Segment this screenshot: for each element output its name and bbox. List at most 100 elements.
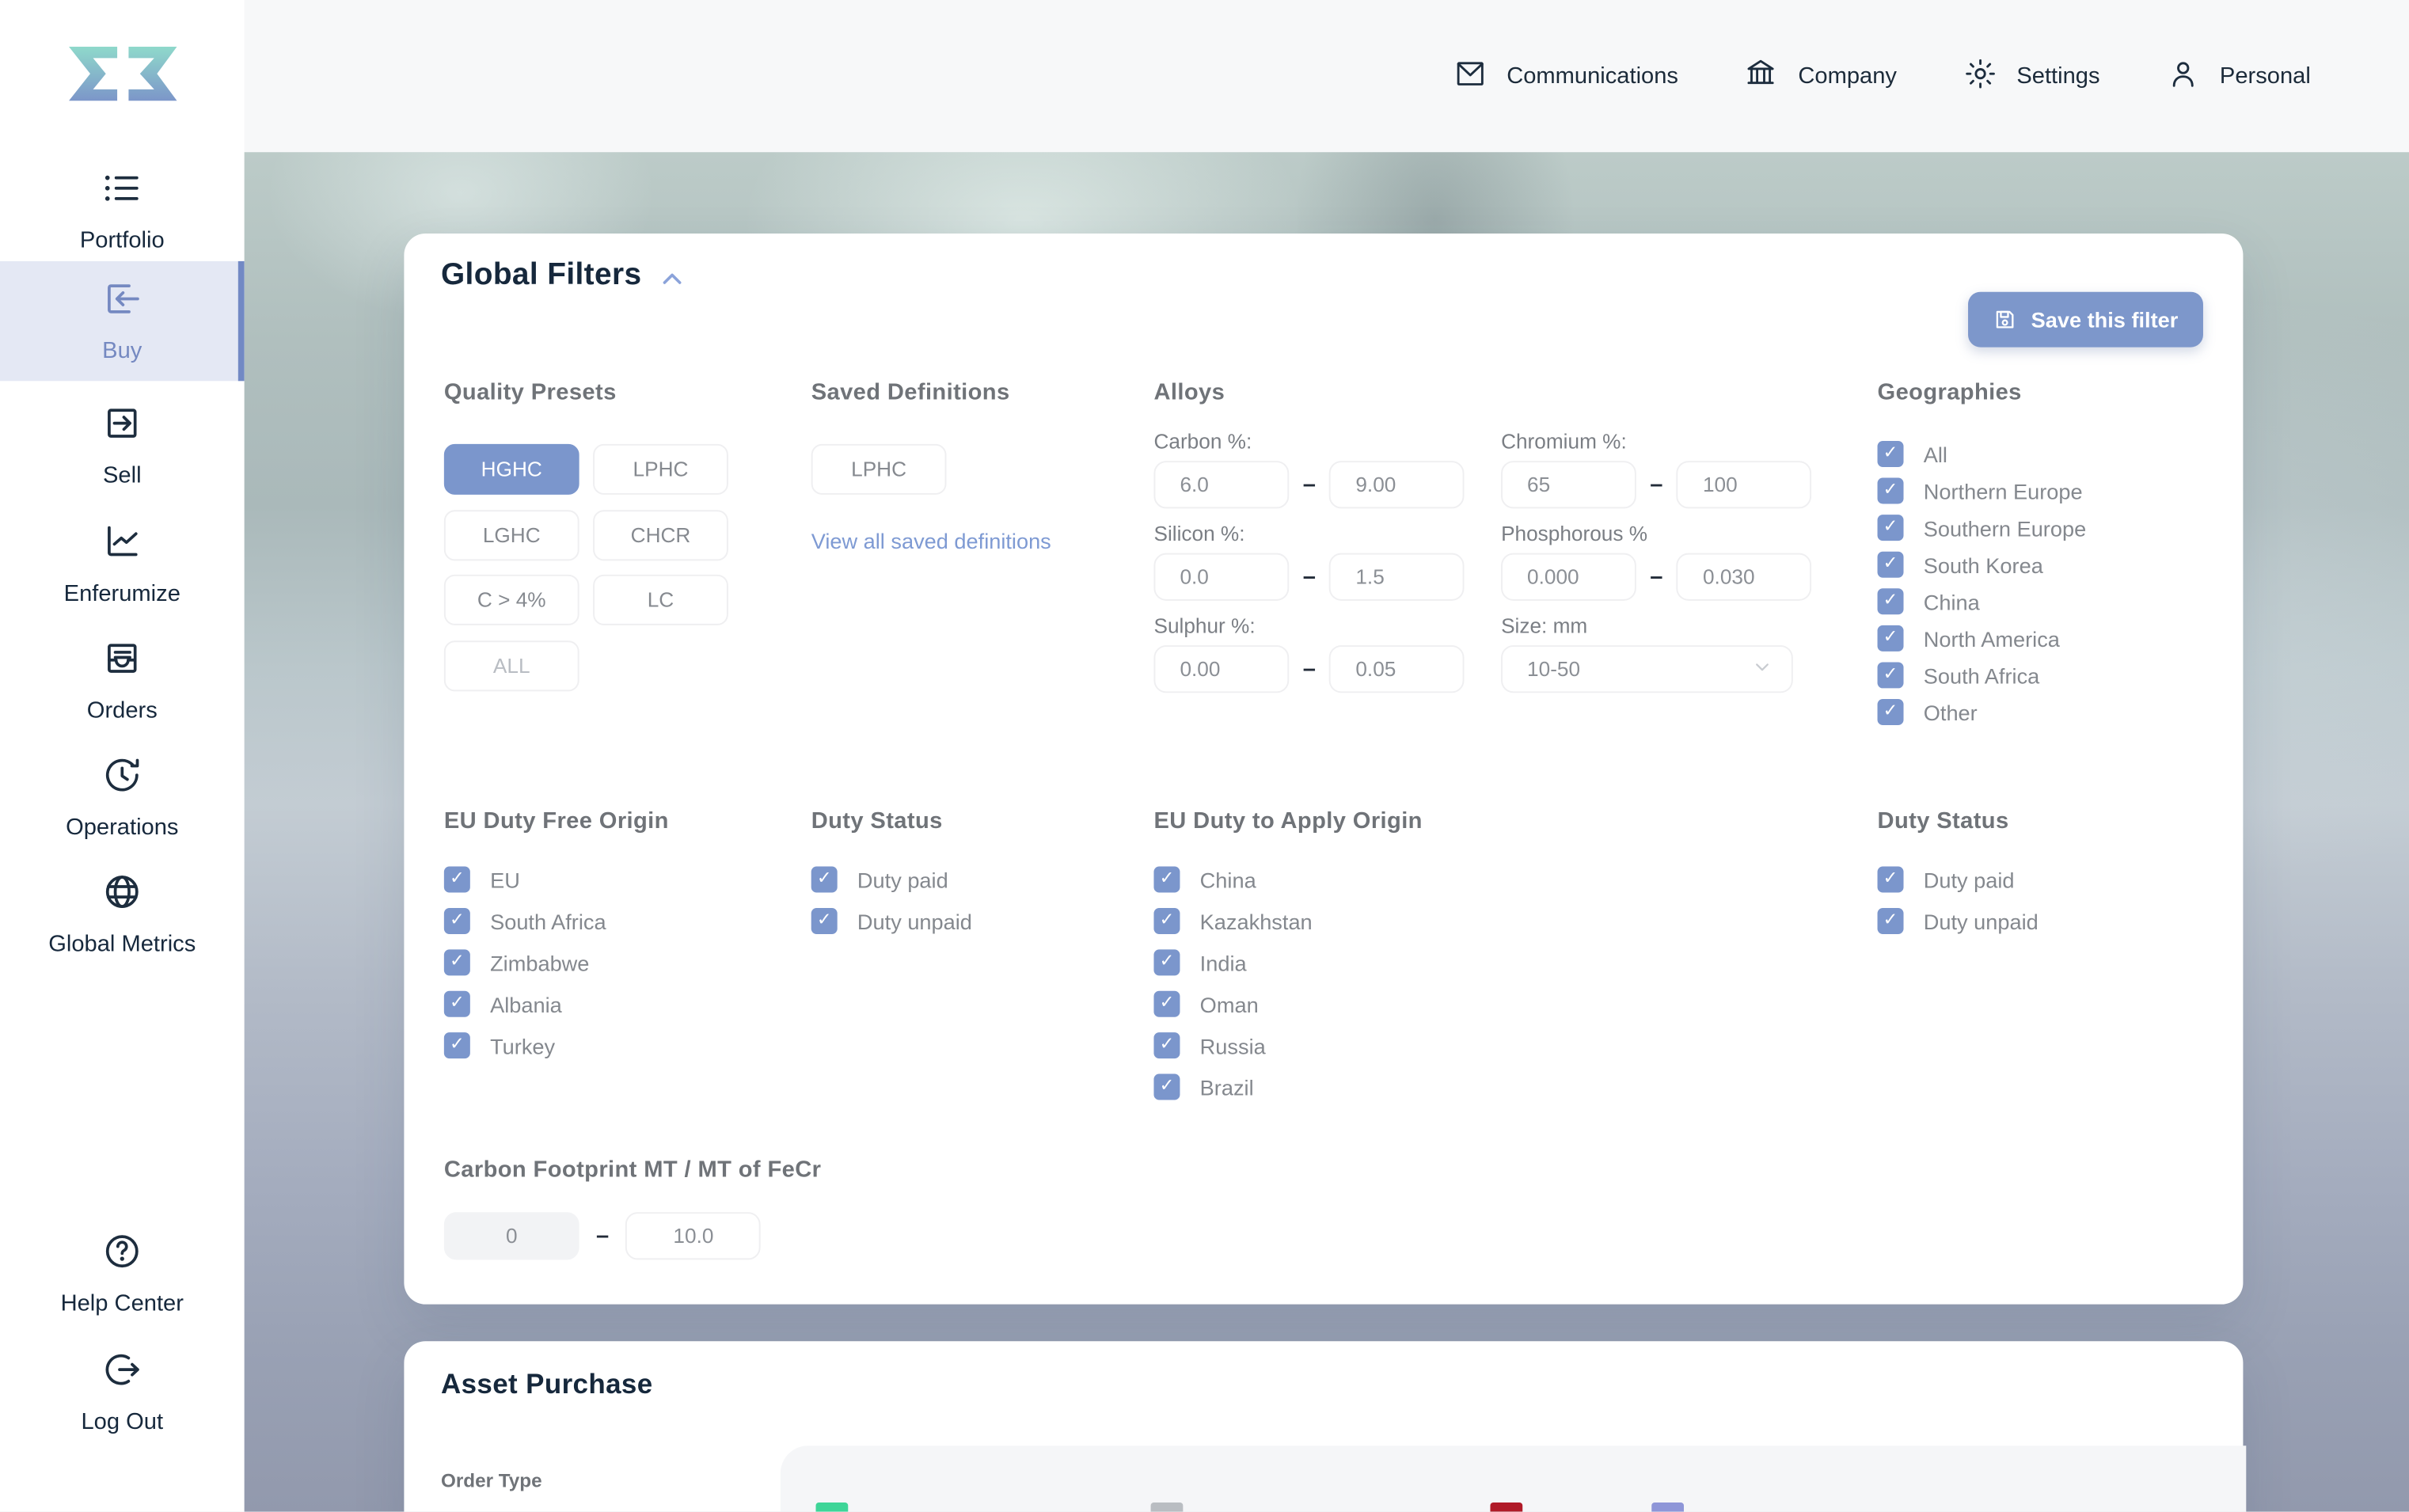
preset-lphc[interactable]: LPHC: [593, 443, 728, 495]
checkbox[interactable]: ✓: [1877, 440, 1904, 467]
eu-duty-to-apply-origin-list: ✓ China ✓ Kazakhstan ✓ India ✓ Oman ✓ Russia …: [1153, 866, 1422, 1115]
carbon-max-input[interactable]: [1329, 461, 1465, 509]
checkbox[interactable]: ✓: [1153, 990, 1180, 1017]
carbon-footprint-range: –: [443, 1212, 822, 1260]
checkbox[interactable]: ✓: [1877, 907, 1904, 934]
silicon-max-input[interactable]: [1329, 553, 1465, 601]
saved-definitions-section: Saved Definitions LPHC View all saved de…: [811, 379, 1051, 553]
sidebar-item-global-metrics[interactable]: Global Metrics: [0, 862, 245, 967]
sidebar-item-orders[interactable]: Orders: [0, 629, 245, 733]
carbon-footprint-section: Carbon Footprint MT / MT of FeCr –: [443, 1157, 822, 1260]
view-saved-definitions-link[interactable]: View all saved definitions: [811, 529, 1051, 553]
order-type-label: Order Type: [440, 1470, 542, 1492]
checkbox-label: Turkey: [490, 1033, 556, 1058]
checkbox[interactable]: ✓: [1877, 515, 1904, 541]
carbon-min-input[interactable]: [1153, 461, 1290, 509]
eu-duty-to-apply-origin-section: EU Duty to Apply Origin ✓ China ✓ Kazakhst…: [1153, 808, 1422, 1115]
checkbox-label: EU: [490, 867, 520, 892]
list-icon: [101, 168, 142, 217]
preset-chcr[interactable]: CHCR: [593, 509, 728, 560]
topnav-communications[interactable]: Communications: [1453, 56, 1678, 96]
checkbox-label: South Africa: [1923, 663, 2040, 688]
preset-lghc[interactable]: LGHC: [443, 509, 579, 560]
checkbox[interactable]: ✓: [1877, 866, 1904, 893]
history-clock-icon: [101, 754, 142, 803]
carbon-footprint-max-input[interactable]: [625, 1212, 762, 1260]
checkbox[interactable]: ✓: [1153, 1032, 1180, 1059]
checkbox[interactable]: ✓: [811, 907, 838, 934]
sidebar-item-enferumize[interactable]: Enferumize: [0, 511, 245, 616]
topnav-personal[interactable]: Personal: [2166, 56, 2311, 96]
order-type-green-chip[interactable]: [815, 1503, 849, 1512]
checkbox[interactable]: ✓: [443, 1032, 470, 1059]
sidebar-item-log-out[interactable]: Log Out: [0, 1339, 245, 1444]
checkbox-item: ✓ South Africa: [1877, 662, 2087, 689]
checkbox-label: South Africa: [490, 908, 606, 933]
checkbox[interactable]: ✓: [1877, 477, 1904, 504]
section-title: Quality Presets: [443, 379, 617, 406]
phosphorous-min-input[interactable]: [1501, 553, 1636, 601]
topnav-label: Company: [1798, 63, 1897, 89]
sell-box-arrow-icon: [101, 402, 142, 451]
checkbox-label: Duty unpaid: [1923, 908, 2039, 933]
checkbox-item: ✓ Zimbabwe: [443, 949, 669, 976]
checkbox-item: ✓ China: [1877, 588, 2087, 615]
checkbox[interactable]: ✓: [1153, 1073, 1180, 1100]
checkbox[interactable]: ✓: [1877, 625, 1904, 652]
checkbox[interactable]: ✓: [1153, 907, 1180, 934]
checkbox[interactable]: ✓: [443, 866, 470, 893]
field-label: Chromium %:: [1501, 430, 1627, 454]
checkbox-item: ✓ EU: [443, 866, 669, 893]
checkbox[interactable]: ✓: [443, 907, 470, 934]
order-type-red-chip[interactable]: [1490, 1503, 1523, 1512]
checkbox[interactable]: ✓: [443, 949, 470, 976]
sidebar-item-portfolio[interactable]: Portfolio: [0, 158, 245, 263]
checkbox[interactable]: ✓: [1153, 949, 1180, 976]
chevron-up-icon[interactable]: [659, 260, 685, 291]
chromium-max-input[interactable]: [1676, 461, 1812, 509]
sidebar-item-sell[interactable]: Sell: [0, 393, 245, 498]
topnav-settings[interactable]: Settings: [1963, 56, 2100, 96]
phosphorous-max-input[interactable]: [1676, 553, 1812, 601]
sulphur-min-input[interactable]: [1153, 645, 1290, 693]
preset-hghc[interactable]: HGHC: [443, 443, 579, 495]
size-select[interactable]: 10-50: [1501, 645, 1793, 693]
sulphur-max-input[interactable]: [1329, 645, 1465, 693]
order-type-gray-chip[interactable]: [1150, 1503, 1184, 1512]
checkbox-item: ✓ North America: [1877, 625, 2087, 652]
save-filter-button[interactable]: Save this filter: [1968, 291, 2203, 348]
sidebar-item-operations[interactable]: Operations: [0, 745, 245, 849]
checkbox[interactable]: ✓: [443, 990, 470, 1017]
checkbox[interactable]: ✓: [1153, 866, 1180, 893]
checkbox[interactable]: ✓: [1877, 699, 1904, 726]
range-dash: –: [595, 1222, 610, 1249]
checkbox[interactable]: ✓: [1877, 588, 1904, 615]
sidebar-item-buy[interactable]: Buy: [0, 260, 245, 382]
chromium-min-input[interactable]: [1501, 461, 1636, 509]
carbon-footprint-min-input[interactable]: [443, 1212, 579, 1260]
brand-logo[interactable]: [0, 43, 245, 104]
quality-presets-section: Quality Presets HGHC LPHC LGHC CHCR C > …: [443, 379, 728, 691]
gear-icon: [1963, 56, 1997, 96]
topbar: Communications Company Settings Personal: [244, 0, 2409, 153]
mail-icon: [1453, 56, 1487, 96]
save-icon: [1996, 310, 2014, 329]
silicon-min-input[interactable]: [1153, 553, 1290, 601]
checkbox-item: ✓ Duty paid: [1877, 866, 2039, 893]
topnav-company[interactable]: Company: [1744, 56, 1897, 96]
preset-all[interactable]: ALL: [443, 640, 579, 691]
checkbox[interactable]: ✓: [1877, 662, 1904, 689]
saved-definition-lphc[interactable]: LPHC: [811, 443, 947, 495]
order-type-purple-chip[interactable]: [1651, 1503, 1685, 1512]
checkbox-label: China: [1199, 867, 1256, 892]
checkbox[interactable]: ✓: [1877, 551, 1904, 578]
sidebar-item-label: Enferumize: [63, 580, 180, 607]
sidebar-item-help-center[interactable]: Help Center: [0, 1221, 245, 1326]
preset-c-gt-4[interactable]: C > 4%: [443, 574, 579, 625]
buy-box-arrow-icon: [101, 278, 142, 327]
preset-lc[interactable]: LC: [593, 574, 728, 625]
checkbox[interactable]: ✓: [811, 866, 838, 893]
bank-icon: [1744, 56, 1778, 96]
eu-duty-free-origin-section: EU Duty Free Origin ✓ EU ✓ South Africa ✓ Z…: [443, 808, 669, 1074]
checkbox-label: China: [1923, 589, 1980, 614]
